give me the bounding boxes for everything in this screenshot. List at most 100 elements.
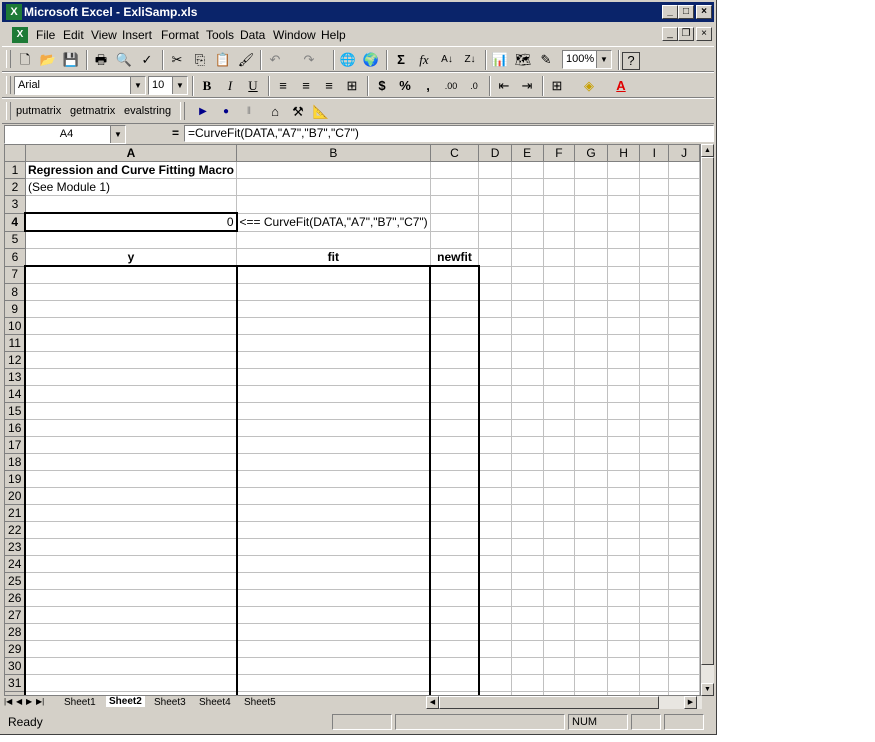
cell-g6[interactable]: [575, 249, 608, 267]
cell-c1[interactable]: [430, 162, 479, 179]
cell-j29[interactable]: [669, 641, 700, 658]
cell-e13[interactable]: [511, 369, 543, 386]
cell-g4[interactable]: [575, 213, 608, 231]
cell-h7[interactable]: [607, 266, 639, 284]
row-header-22[interactable]: 22: [5, 522, 25, 539]
cell-a12[interactable]: [25, 352, 236, 369]
cell-d20[interactable]: [479, 488, 511, 505]
cell-e26[interactable]: [511, 590, 543, 607]
cell-c2[interactable]: [430, 179, 479, 196]
cell-f14[interactable]: [543, 386, 575, 403]
column-header-f[interactable]: F: [543, 145, 575, 162]
cell-c4[interactable]: [430, 213, 479, 231]
cell-a5[interactable]: [25, 231, 236, 249]
cell-f8[interactable]: [543, 284, 575, 301]
cell-h14[interactable]: [607, 386, 639, 403]
cell-d26[interactable]: [479, 590, 511, 607]
cell-g22[interactable]: [575, 522, 608, 539]
cell-b15[interactable]: [237, 403, 431, 420]
cell-i19[interactable]: [640, 471, 669, 488]
cell-i26[interactable]: [640, 590, 669, 607]
cell-i13[interactable]: [640, 369, 669, 386]
hscroll-thumb[interactable]: [439, 696, 659, 709]
cell-i8[interactable]: [640, 284, 669, 301]
record-macro-icon[interactable]: ●: [215, 102, 237, 122]
cell-f25[interactable]: [543, 573, 575, 590]
cell-d5[interactable]: [479, 231, 511, 249]
cell-a11[interactable]: [25, 335, 236, 352]
cell-j31[interactable]: [669, 675, 700, 692]
cell-b21[interactable]: [237, 505, 431, 522]
sheet-tab-5[interactable]: Sheet5: [244, 697, 276, 708]
cell-e2[interactable]: [511, 179, 543, 196]
cell-j18[interactable]: [669, 454, 700, 471]
cell-j19[interactable]: [669, 471, 700, 488]
cell-j8[interactable]: [669, 284, 700, 301]
design-mode-icon[interactable]: 📐: [310, 102, 332, 122]
web-toolbar-icon[interactable]: 🌍: [360, 50, 382, 70]
cell-c26[interactable]: [430, 590, 479, 607]
cell-j6[interactable]: [669, 249, 700, 267]
cell-i10[interactable]: [640, 318, 669, 335]
cell-c13[interactable]: [430, 369, 479, 386]
row-header-26[interactable]: 26: [5, 590, 25, 607]
cell-f11[interactable]: [543, 335, 575, 352]
row-header-10[interactable]: 10: [5, 318, 25, 335]
cell-b22[interactable]: [237, 522, 431, 539]
cell-c6[interactable]: newfit: [430, 249, 479, 267]
row-header-3[interactable]: 3: [5, 196, 25, 214]
cell-d19[interactable]: [479, 471, 511, 488]
cell-e22[interactable]: [511, 522, 543, 539]
cell-g9[interactable]: [575, 301, 608, 318]
print-preview-icon[interactable]: 🔍: [113, 50, 135, 70]
cell-h11[interactable]: [607, 335, 639, 352]
cell-i16[interactable]: [640, 420, 669, 437]
cell-b19[interactable]: [237, 471, 431, 488]
cell-b23[interactable]: [237, 539, 431, 556]
cell-j21[interactable]: [669, 505, 700, 522]
cell-c19[interactable]: [430, 471, 479, 488]
cell-d4[interactable]: [479, 213, 511, 231]
cell-i29[interactable]: [640, 641, 669, 658]
scroll-up-icon[interactable]: ▲: [701, 144, 714, 157]
cell-a26[interactable]: [25, 590, 236, 607]
cell-e28[interactable]: [511, 624, 543, 641]
cell-f22[interactable]: [543, 522, 575, 539]
cell-a17[interactable]: [25, 437, 236, 454]
cell-b28[interactable]: [237, 624, 431, 641]
row-header-13[interactable]: 13: [5, 369, 25, 386]
cell-g1[interactable]: [575, 162, 608, 179]
cell-i17[interactable]: [640, 437, 669, 454]
cell-d23[interactable]: [479, 539, 511, 556]
cell-e1[interactable]: [511, 162, 543, 179]
cell-b6[interactable]: fit: [237, 249, 431, 267]
cell-j17[interactable]: [669, 437, 700, 454]
excel-app-icon[interactable]: X: [6, 4, 22, 20]
scroll-thumb[interactable]: [701, 157, 714, 665]
cell-e24[interactable]: [511, 556, 543, 573]
cell-a19[interactable]: [25, 471, 236, 488]
cell-b14[interactable]: [237, 386, 431, 403]
menu-window[interactable]: Window: [273, 28, 316, 42]
row-header-14[interactable]: 14: [5, 386, 25, 403]
cell-i12[interactable]: [640, 352, 669, 369]
menu-data[interactable]: Data: [240, 28, 265, 42]
cell-h26[interactable]: [607, 590, 639, 607]
cell-e18[interactable]: [511, 454, 543, 471]
cell-h2[interactable]: [607, 179, 639, 196]
cell-a23[interactable]: [25, 539, 236, 556]
cell-h23[interactable]: [607, 539, 639, 556]
menu-format[interactable]: Format: [161, 28, 199, 42]
borders-icon[interactable]: ⊞: [546, 76, 568, 96]
paste-icon[interactable]: 📋: [212, 50, 234, 70]
row-header-25[interactable]: 25: [5, 573, 25, 590]
font-select[interactable]: Arial ▼: [14, 76, 146, 95]
cell-b26[interactable]: [237, 590, 431, 607]
cell-h15[interactable]: [607, 403, 639, 420]
cell-b11[interactable]: [237, 335, 431, 352]
cell-b8[interactable]: [237, 284, 431, 301]
cell-e15[interactable]: [511, 403, 543, 420]
sheet-tab-1[interactable]: Sheet1: [64, 697, 96, 708]
cell-e17[interactable]: [511, 437, 543, 454]
cell-j4[interactable]: [669, 213, 700, 231]
